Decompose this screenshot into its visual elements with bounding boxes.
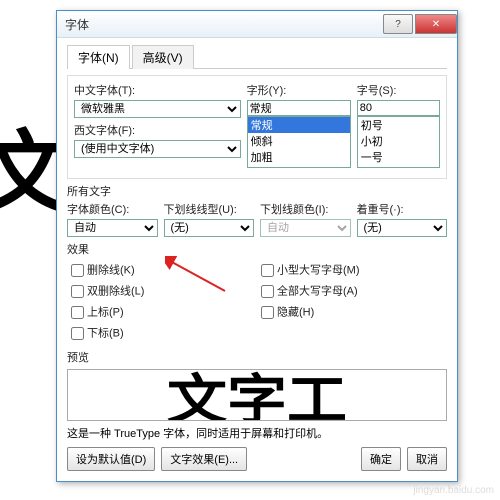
west-font-label: 西文字体(F): [74,122,241,138]
size-input[interactable] [357,100,440,116]
tab-strip: 字体(N) 高级(V) [67,44,447,69]
hint-text: 这是一种 TrueType 字体，同时适用于屏幕和打印机。 [67,425,447,441]
underline-style-label: 下划线线型(U): [164,201,255,217]
cancel-button[interactable]: 取消 [407,447,447,471]
emphasis-select[interactable]: (无) [357,219,448,237]
chk-allcaps[interactable]: 全部大写字母(A) [257,282,447,301]
preview-box: 文字工 [67,369,447,421]
tab-advanced[interactable]: 高级(V) [132,45,194,69]
all-text-label: 所有文字 [67,183,447,199]
set-default-button[interactable]: 设为默认值(D) [67,447,155,471]
underline-color-select: 自动 [260,219,351,237]
underline-style-select[interactable]: (无) [164,219,255,237]
effects-title: 效果 [67,241,447,257]
watermark-url: jingyan.baidu.com [413,485,494,496]
close-button[interactable]: ✕ [415,14,457,34]
dialog-title: 字体 [65,16,381,33]
cn-font-label: 中文字体(T): [74,82,241,98]
font-dialog: 字体 ? ✕ 字体(N) 高级(V) 中文字体(T): 微软雅黑 西文字体(F)… [56,10,458,482]
chk-smallcaps[interactable]: 小型大写字母(M) [257,261,447,280]
help-button[interactable]: ? [383,14,413,34]
cn-font-select[interactable]: 微软雅黑 [74,100,241,118]
tab-font[interactable]: 字体(N) [67,45,130,69]
chk-hidden[interactable]: 隐藏(H) [257,303,447,322]
chk-sup[interactable]: 上标(P) [67,303,257,322]
size-label: 字号(S): [357,82,440,98]
chk-dblstrike[interactable]: 双删除线(L) [67,282,257,301]
underline-color-label: 下划线颜色(I): [260,201,351,217]
chk-sub[interactable]: 下标(B) [67,324,257,343]
chk-strike[interactable]: 删除线(K) [67,261,257,280]
size-list[interactable]: 初号 小初 一号 [357,116,440,168]
color-select[interactable]: 自动 [67,219,158,237]
titlebar: 字体 ? ✕ [57,11,457,38]
text-effects-button[interactable]: 文字效果(E)... [161,447,247,471]
style-input[interactable] [247,100,351,116]
color-label: 字体颜色(C): [67,201,158,217]
emphasis-label: 着重号(·): [357,201,448,217]
preview-text: 文字工 [167,369,347,421]
ok-button[interactable]: 确定 [361,447,401,471]
west-font-select[interactable]: (使用中文字体) [74,140,241,158]
preview-title: 预览 [67,349,447,365]
style-label: 字形(Y): [247,82,351,98]
style-list[interactable]: 常规 倾斜 加粗 [247,116,351,168]
